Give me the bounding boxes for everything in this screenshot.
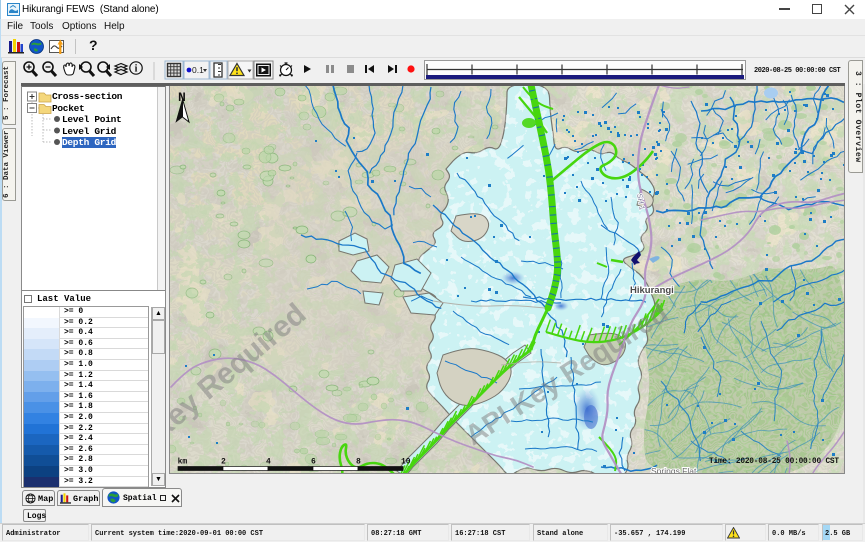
svg-text:Springs Flat: Springs Flat [651, 466, 697, 474]
svg-text:i: i [135, 64, 138, 75]
svg-text:4: 4 [266, 458, 271, 467]
svg-text:Hikurangi: Hikurangi [630, 285, 674, 296]
svg-text:Time: 2020-08-25 00:00:00 CST: Time: 2020-08-25 00:00:00 CST [709, 458, 839, 466]
svg-text:10: 10 [401, 458, 411, 467]
svg-text:2: 2 [221, 458, 226, 467]
svg-text:8: 8 [356, 458, 361, 467]
svg-text:0.1: 0.1 [192, 65, 204, 75]
svg-text:km: km [178, 458, 188, 467]
svg-text:6: 6 [311, 458, 316, 467]
